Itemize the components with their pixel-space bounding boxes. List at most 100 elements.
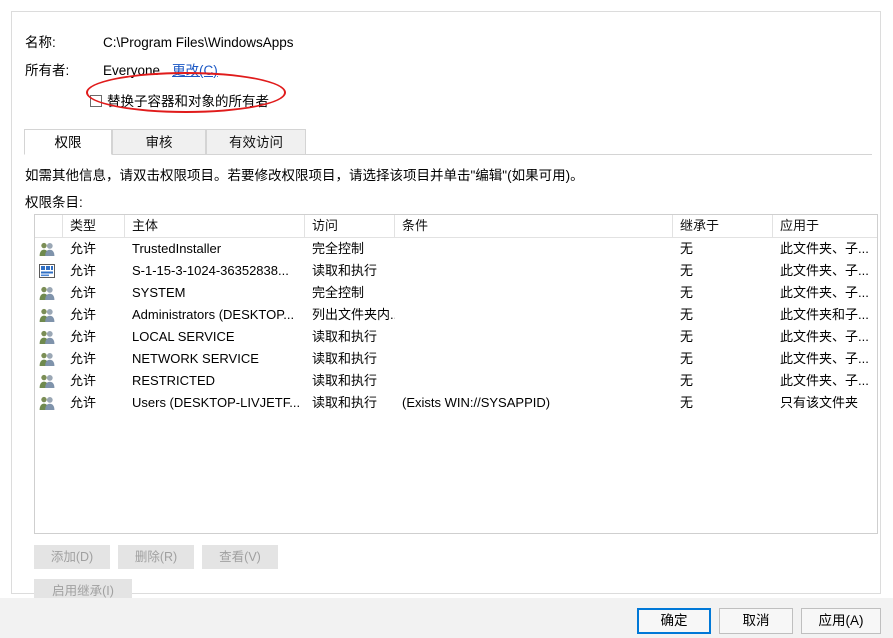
users-group-icon — [39, 307, 55, 323]
cell-appliesto: 此文件夹、子... — [780, 241, 869, 256]
row-icon-cell — [35, 392, 63, 414]
name-value: C:\Program Files\WindowsApps — [103, 35, 294, 50]
cell-type: 允许 — [70, 395, 97, 410]
tab-effective-access[interactable]: 有效访问 — [206, 129, 306, 155]
cell-appliesto: 此文件夹、子... — [780, 373, 869, 388]
cell-access: 完全控制 — [312, 241, 365, 256]
column-header-applies-to[interactable]: 应用于 — [773, 215, 877, 237]
cell-type: 允许 — [70, 351, 97, 366]
dialog-content-panel: 名称: C:\Program Files\WindowsApps 所有者: Ever… — [11, 11, 881, 603]
table-row[interactable]: 允许 TrustedInstaller 完全控制 无 此文件夹、子... — [35, 238, 877, 260]
cell-access: 读取和执行 — [312, 395, 378, 410]
replace-owner-label: 替换子容器和对象的所有者 — [107, 94, 269, 109]
cell-inherited: 无 — [680, 329, 694, 344]
cell-access: 读取和执行 — [312, 351, 378, 366]
cell-inherited: 无 — [680, 351, 694, 366]
cell-condition — [395, 348, 673, 370]
row-icon-cell — [35, 348, 63, 370]
cell-access: 列出文件夹内... — [312, 307, 395, 322]
table-row[interactable]: 允许 NETWORK SERVICE 读取和执行 无 此文件夹、子... — [35, 348, 877, 370]
column-header-access[interactable]: 访问 — [305, 215, 395, 237]
row-icon-cell — [35, 238, 63, 260]
cell-condition — [395, 304, 673, 326]
users-group-icon — [39, 241, 55, 257]
table-row[interactable]: 允许 RESTRICTED 读取和执行 无 此文件夹、子... — [35, 370, 877, 392]
cell-appliesto: 此文件夹、子... — [780, 329, 869, 344]
column-header-inherited[interactable]: 继承于 — [673, 215, 773, 237]
cell-principal: Users (DESKTOP-LIVJETF... — [132, 395, 301, 410]
cell-principal: NETWORK SERVICE — [132, 351, 259, 366]
permission-entries-label: 权限条目: — [25, 195, 83, 210]
cell-access: 读取和执行 — [312, 373, 378, 388]
table-row[interactable]: 允许 LOCAL SERVICE 读取和执行 无 此文件夹、子... — [35, 326, 877, 348]
cell-inherited: 无 — [680, 373, 694, 388]
cell-access: 完全控制 — [312, 285, 365, 300]
cell-inherited: 无 — [680, 263, 694, 278]
cell-inherited: 无 — [680, 395, 694, 410]
table-row[interactable]: 允许 Users (DESKTOP-LIVJETF... 读取和执行 (Exists … — [35, 392, 877, 414]
row-icon-cell — [35, 370, 63, 392]
owner-row: 所有者: Everyone 更改(C) — [25, 61, 218, 81]
cell-appliesto: 此文件夹、子... — [780, 351, 869, 366]
row-icon-cell — [35, 326, 63, 348]
column-header-principal[interactable]: 主体 — [125, 215, 305, 237]
cell-condition — [395, 260, 673, 282]
users-group-icon — [39, 329, 55, 345]
cell-access: 读取和执行 — [312, 329, 378, 344]
cell-principal: Administrators (DESKTOP... — [132, 307, 295, 322]
table-row[interactable]: 允许 S-1-15-3-1024-36352838... 读取和执行 无 此文件夹、子.… — [35, 260, 877, 282]
cell-principal: RESTRICTED — [132, 373, 216, 388]
tab-permissions[interactable]: 权限 — [24, 129, 112, 155]
users-group-icon — [39, 373, 55, 389]
owner-label: 所有者: — [25, 63, 70, 78]
cell-principal: S-1-15-3-1024-36352838... — [132, 263, 289, 278]
list-header-row: 类型 主体 访问 条件 继承于 应用于 — [35, 215, 877, 238]
cell-condition — [395, 370, 673, 392]
cell-inherited: 无 — [680, 285, 694, 300]
list-rows: 允许 TrustedInstaller 完全控制无此文件夹、子... 允许 S-1-15… — [35, 238, 877, 414]
name-label: 名称: — [25, 35, 56, 50]
cell-type: 允许 — [70, 285, 97, 300]
cell-condition — [395, 326, 673, 348]
cell-appliesto: 只有该文件夹 — [780, 395, 859, 410]
column-header-condition[interactable]: 条件 — [395, 215, 673, 237]
app-package-icon — [39, 263, 55, 279]
add-button[interactable]: 添加(D) — [34, 545, 110, 569]
ok-button[interactable]: 确定 — [637, 608, 711, 634]
security-advanced-dialog: 名称: C:\Program Files\WindowsApps 所有者: Ever… — [0, 0, 893, 638]
view-button[interactable]: 查看(V) — [202, 545, 278, 569]
cell-condition: (Exists WIN://SYSAPPID) — [402, 395, 551, 410]
remove-button[interactable]: 删除(R) — [118, 545, 194, 569]
cell-appliesto: 此文件夹、子... — [780, 285, 869, 300]
change-owner-link[interactable]: 更改(C) — [172, 63, 218, 78]
hint-text: 如需其他信息，请双击权限项目。若要修改权限项目，请选择该项目并单击"编辑"(如果… — [25, 168, 584, 183]
replace-owner-checkbox[interactable] — [90, 95, 102, 107]
table-row[interactable]: 允许 Administrators (DESKTOP... 列出文件夹内... 无 此文… — [35, 304, 877, 326]
column-header-type[interactable]: 类型 — [63, 215, 125, 237]
cell-condition — [395, 282, 673, 304]
apply-button[interactable]: 应用(A) — [801, 608, 881, 634]
cell-type: 允许 — [70, 263, 97, 278]
tab-auditing[interactable]: 审核 — [112, 129, 206, 155]
row-icon-cell — [35, 304, 63, 326]
table-row[interactable]: 允许 SYSTEM 完全控制 无 此文件夹、子... — [35, 282, 877, 304]
name-row: 名称: C:\Program Files\WindowsApps — [25, 33, 294, 53]
cancel-button[interactable]: 取消 — [719, 608, 793, 634]
tab-strip: 权限 审核 有效访问 — [24, 129, 872, 155]
cell-principal: TrustedInstaller — [132, 241, 222, 256]
row-icon-cell — [35, 260, 63, 282]
permission-entries-list[interactable]: 类型 主体 访问 条件 继承于 应用于 允许 TrustedInstaller 完全… — [34, 214, 878, 534]
column-header-icon[interactable] — [35, 215, 63, 237]
replace-owner-checkbox-row[interactable]: 替换子容器和对象的所有者 — [90, 92, 269, 112]
cell-type: 允许 — [70, 307, 97, 322]
cell-appliesto: 此文件夹和子... — [780, 307, 869, 322]
cell-type: 允许 — [70, 329, 97, 344]
cell-principal: LOCAL SERVICE — [132, 329, 235, 344]
cell-condition — [395, 238, 673, 260]
owner-value: Everyone — [103, 63, 161, 78]
cell-inherited: 无 — [680, 241, 694, 256]
users-group-icon — [39, 285, 55, 301]
cell-principal: SYSTEM — [132, 285, 186, 300]
users-group-icon — [39, 395, 55, 411]
cell-type: 允许 — [70, 241, 97, 256]
